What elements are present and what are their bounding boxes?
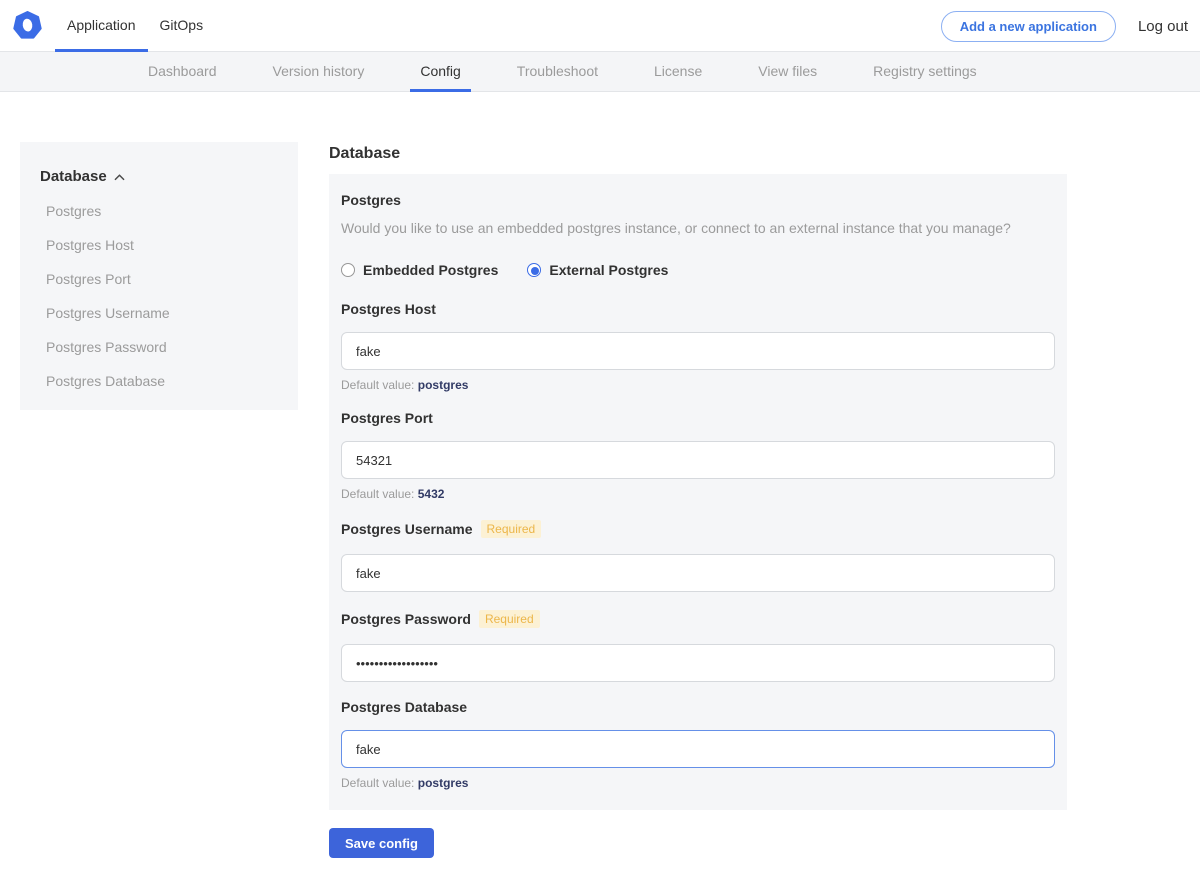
database-config-card: Postgres Would you like to use an embedd… [329, 174, 1067, 810]
sidebar-item-postgres-password[interactable]: Postgres Password [46, 340, 278, 354]
sub-nav: Dashboard Version history Config Trouble… [0, 52, 1200, 92]
chevron-up-icon [114, 172, 125, 183]
subnav-version-history[interactable]: Version history [263, 52, 375, 92]
radio-embedded-postgres[interactable]: Embedded Postgres [341, 262, 498, 278]
postgres-password-label: Postgres Password [341, 612, 471, 626]
postgres-username-label: Postgres Username [341, 522, 473, 536]
sidebar-item-postgres-database[interactable]: Postgres Database [46, 374, 278, 388]
page-title: Database [329, 145, 1067, 163]
subnav-registry-settings[interactable]: Registry settings [863, 52, 986, 92]
app-logo-icon[interactable] [0, 0, 55, 51]
sidebar-group-database[interactable]: Database [40, 168, 278, 185]
add-new-application-button[interactable]: Add a new application [941, 11, 1116, 42]
postgres-port-default: Default value: 5432 [341, 487, 1055, 501]
config-main: Database Postgres Would you like to use … [329, 145, 1067, 810]
postgres-database-input[interactable] [341, 730, 1055, 768]
postgres-host-label: Postgres Host [341, 302, 436, 316]
postgres-host-input[interactable] [341, 332, 1055, 370]
sidebar-item-postgres-host[interactable]: Postgres Host [46, 238, 278, 252]
subnav-dashboard[interactable]: Dashboard [138, 52, 227, 92]
config-page: Application GitOps Add a new application… [0, 0, 1200, 874]
logout-link[interactable]: Log out [1138, 18, 1188, 35]
required-badge: Required [479, 610, 540, 628]
postgres-help-text: Would you like to use an embedded postgr… [341, 220, 1055, 236]
sidebar-item-postgres-port[interactable]: Postgres Port [46, 272, 278, 286]
tab-application[interactable]: Application [55, 0, 148, 52]
sidebar-item-postgres[interactable]: Postgres [46, 204, 278, 218]
tab-gitops[interactable]: GitOps [148, 0, 216, 52]
postgres-group-label: Postgres [341, 192, 1055, 208]
config-sidebar: Database Postgres Postgres Host Postgres… [20, 142, 298, 410]
postgres-mode-radio-group: Embedded Postgres External Postgres [341, 262, 1055, 278]
subnav-config[interactable]: Config [410, 52, 470, 92]
top-nav-right: Add a new application Log out [941, 0, 1200, 52]
top-tabs: Application GitOps [55, 0, 215, 51]
subnav-license[interactable]: License [644, 52, 712, 92]
subnav-view-files[interactable]: View files [748, 52, 827, 92]
top-nav: Application GitOps Add a new application… [0, 0, 1200, 52]
radio-external-postgres[interactable]: External Postgres [527, 262, 668, 278]
radio-unchecked-icon [341, 263, 355, 277]
save-config-button[interactable]: Save config [329, 828, 434, 858]
radio-external-label: External Postgres [549, 262, 668, 278]
subnav-troubleshoot[interactable]: Troubleshoot [507, 52, 608, 92]
radio-checked-icon [527, 263, 541, 277]
sidebar-item-postgres-username[interactable]: Postgres Username [46, 306, 278, 320]
required-badge: Required [481, 520, 542, 538]
postgres-port-label: Postgres Port [341, 411, 433, 425]
postgres-username-input[interactable] [341, 554, 1055, 592]
postgres-password-input[interactable] [341, 644, 1055, 682]
postgres-host-default: Default value: postgres [341, 378, 1055, 392]
radio-embedded-label: Embedded Postgres [363, 262, 498, 278]
postgres-database-label: Postgres Database [341, 700, 467, 714]
postgres-port-input[interactable] [341, 441, 1055, 479]
postgres-database-default: Default value: postgres [341, 776, 1055, 790]
sidebar-group-title: Database [40, 168, 107, 185]
